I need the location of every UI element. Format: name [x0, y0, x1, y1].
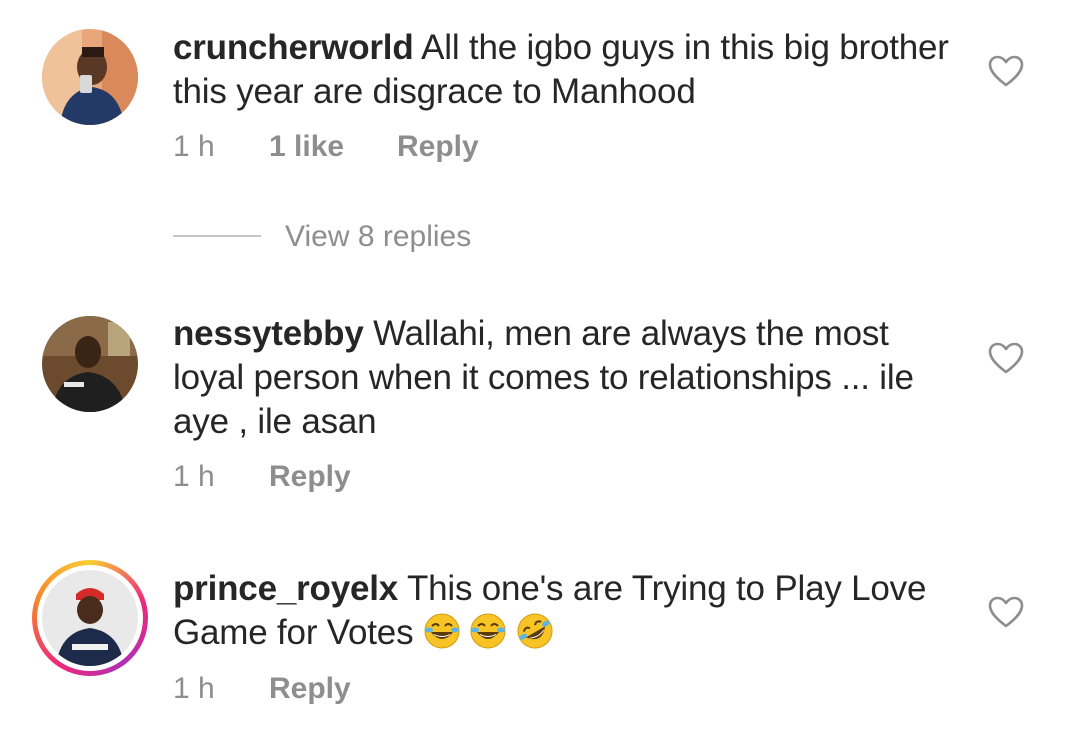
comment-item: nessytebby Wallahi, men are always the m… [0, 290, 1080, 510]
rolling-on-the-floor-laughing-icon [517, 613, 553, 649]
reply-button[interactable]: Reply [397, 130, 479, 164]
comment-text: cruncherworld All the igbo guys in this … [173, 26, 953, 114]
comment-username[interactable]: prince_royelx [173, 569, 398, 608]
reply-button[interactable]: Reply [269, 460, 351, 494]
replies-divider [173, 235, 261, 238]
face-with-tears-of-joy-icon [470, 613, 506, 649]
avatar-photo-icon [42, 29, 138, 125]
avatar-photo-icon [42, 570, 138, 666]
emoji-group [423, 613, 553, 652]
comment-timestamp: 1 h [173, 672, 215, 705]
comment-meta: 1 h Reply [173, 672, 351, 706]
heart-outline-icon[interactable] [988, 55, 1024, 87]
view-replies-button[interactable]: View 8 replies [173, 220, 471, 256]
avatar-cruncherworld[interactable] [42, 29, 138, 125]
heart-outline-icon[interactable] [988, 596, 1024, 628]
avatar-photo-icon [42, 316, 138, 412]
reply-button[interactable]: Reply [269, 672, 351, 706]
comment-item: prince_royelx This one's are Trying to P… [0, 550, 1080, 729]
face-with-tears-of-joy-icon [424, 613, 460, 649]
avatar-prince-royelx [42, 570, 138, 666]
comment-meta: 1 h 1 like Reply [173, 130, 479, 164]
heart-outline-icon[interactable] [988, 342, 1024, 374]
comment-like-count[interactable]: 1 like [269, 130, 397, 164]
view-replies-label: View 8 replies [285, 220, 472, 253]
comment-timestamp: 1 h [173, 130, 215, 163]
avatar-nessytebby[interactable] [42, 316, 138, 412]
comment-text: prince_royelx This one's are Trying to P… [173, 567, 953, 655]
comment-username[interactable]: nessytebby [173, 314, 364, 353]
comment-meta: 1 h Reply [173, 460, 351, 494]
comment-username[interactable]: cruncherworld [173, 28, 414, 67]
story-ring[interactable] [32, 560, 148, 676]
comment-text: nessytebby Wallahi, men are always the m… [173, 312, 953, 444]
comment-timestamp: 1 h [173, 460, 215, 493]
comment-item: cruncherworld All the igbo guys in this … [0, 0, 1080, 270]
